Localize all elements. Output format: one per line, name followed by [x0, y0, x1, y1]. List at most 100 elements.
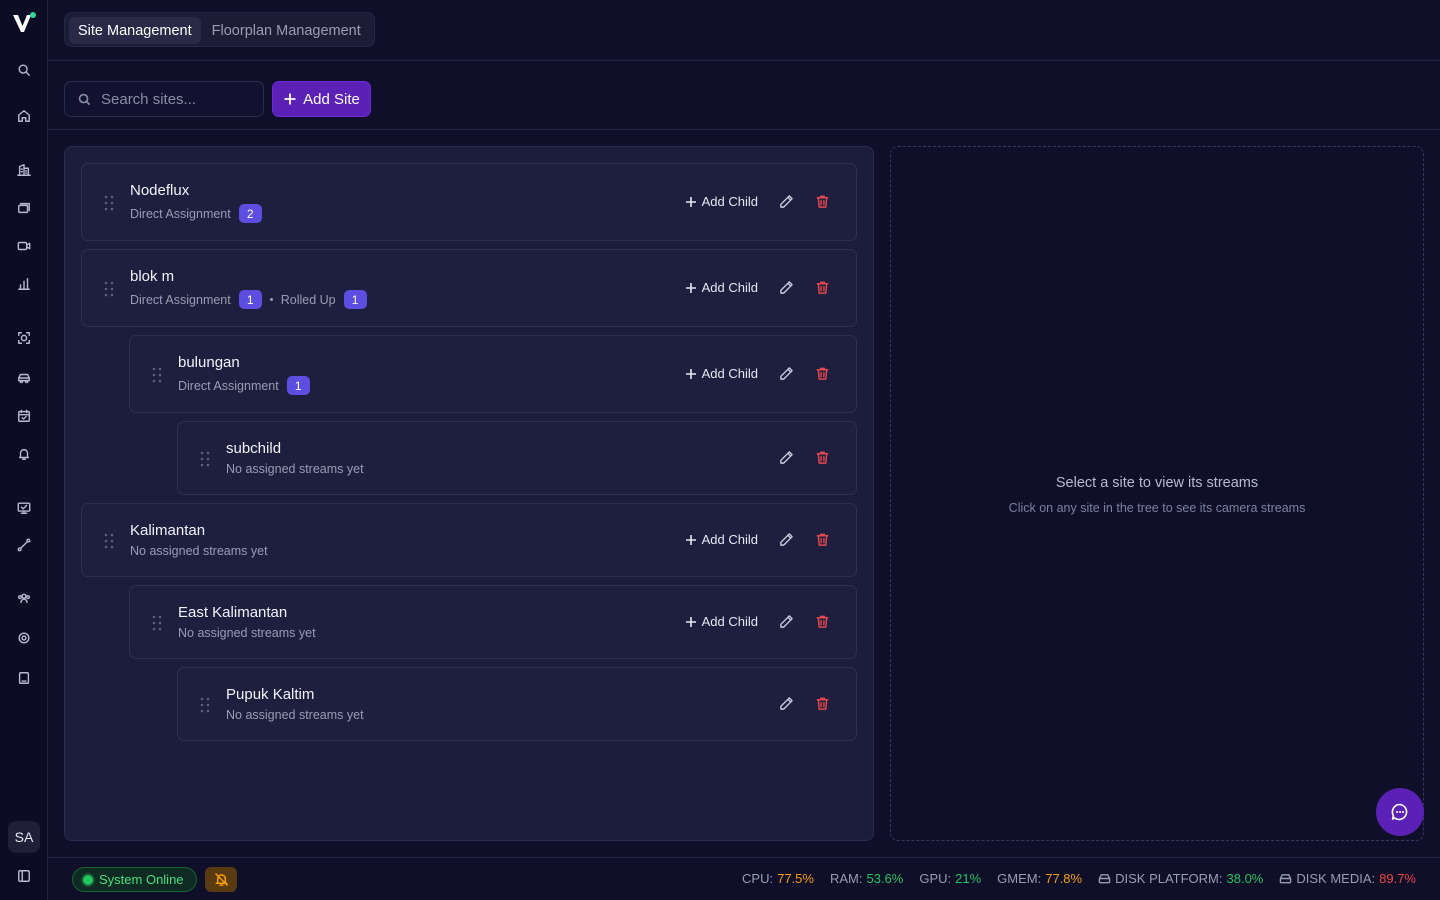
pencil-icon[interactable]	[779, 280, 795, 296]
system-status-badge: System Online	[72, 867, 197, 892]
top-bar: Site Management Floorplan Management	[48, 0, 1440, 61]
route-icon[interactable]	[14, 535, 34, 555]
toolbar: Add Site	[48, 61, 1440, 130]
face-scan-icon[interactable]	[14, 328, 34, 348]
pencil-icon[interactable]	[779, 532, 795, 548]
metric-value: 77.5%	[777, 871, 814, 886]
node-meta: Direct Assignment 2	[130, 204, 262, 223]
drag-handle-icon[interactable]	[152, 615, 162, 631]
home-icon[interactable]	[14, 106, 34, 126]
add-child-button[interactable]: Add Child	[685, 532, 758, 547]
pencil-icon[interactable]	[779, 696, 795, 712]
trash-icon[interactable]	[815, 532, 831, 548]
site-tree-panel: Nodeflux Direct Assignment 2 Add Child b…	[64, 146, 874, 841]
layers-icon[interactable]	[14, 198, 34, 218]
avatar[interactable]: SA	[8, 821, 40, 853]
search-icon	[78, 93, 91, 106]
panel-toggle-icon[interactable]	[14, 866, 34, 886]
metric-value: 89.7%	[1379, 871, 1416, 886]
add-site-button[interactable]: Add Site	[272, 81, 371, 117]
search-input[interactable]	[101, 82, 261, 116]
drag-handle-icon[interactable]	[200, 451, 210, 467]
streams-empty-subtitle: Click on any site in the tree to see its…	[1008, 501, 1306, 515]
node-name: Nodeflux	[130, 182, 190, 199]
add-child-label: Add Child	[701, 532, 758, 547]
building-icon[interactable]	[14, 160, 34, 180]
node-name: subchild	[226, 440, 282, 457]
tree-node[interactable]: East Kalimantan No assigned streams yet …	[129, 585, 857, 659]
tree-node[interactable]: blok m Direct Assignment 1 Rolled Up 1 A…	[81, 249, 857, 327]
count-badge: 1	[343, 290, 367, 309]
plus-icon	[685, 534, 696, 545]
trash-icon[interactable]	[815, 280, 831, 296]
search-icon[interactable]	[14, 60, 34, 80]
car-icon[interactable]	[14, 368, 34, 388]
add-child-label: Add Child	[701, 280, 758, 295]
tree-node[interactable]: Pupuk Kaltim No assigned streams yet	[177, 667, 857, 741]
camera-icon[interactable]	[14, 236, 34, 256]
tree-node[interactable]: Nodeflux Direct Assignment 2 Add Child	[81, 163, 857, 241]
users-icon[interactable]	[14, 588, 34, 608]
node-meta: Direct Assignment 1	[178, 376, 310, 395]
direct-assignment-label: Direct Assignment	[178, 378, 279, 393]
node-name: bulungan	[178, 354, 240, 371]
trash-icon[interactable]	[815, 696, 831, 712]
pencil-icon[interactable]	[779, 450, 795, 466]
bell-off-icon	[214, 873, 228, 886]
vision-logo-icon[interactable]	[10, 10, 38, 36]
streams-panel: Select a site to view its streams Click …	[890, 146, 1424, 841]
metric-ram: RAM: 53.6%	[830, 871, 903, 886]
tablet-icon[interactable]	[14, 668, 34, 688]
hard-drive-icon	[1098, 874, 1111, 884]
pencil-icon[interactable]	[779, 366, 795, 382]
trash-icon[interactable]	[815, 614, 831, 630]
tree-node[interactable]: subchild No assigned streams yet	[177, 421, 857, 495]
add-child-button[interactable]: Add Child	[685, 194, 758, 209]
direct-assignment-label: Direct Assignment	[130, 206, 231, 221]
trash-icon[interactable]	[815, 194, 831, 210]
drag-handle-icon[interactable]	[200, 697, 210, 713]
add-child-button[interactable]: Add Child	[685, 614, 758, 629]
status-dot-icon	[83, 874, 93, 885]
metric-value: 21%	[955, 871, 982, 886]
drag-handle-icon[interactable]	[104, 195, 114, 211]
add-child-button[interactable]: Add Child	[685, 280, 758, 295]
trash-icon[interactable]	[815, 450, 831, 466]
metric-label: CPU:	[742, 871, 774, 886]
add-child-button[interactable]: Add Child	[685, 366, 758, 381]
empty-streams-label: No assigned streams yet	[178, 626, 316, 640]
metric-disk-media: DISK MEDIA: 89.7%	[1279, 871, 1416, 886]
pencil-icon[interactable]	[779, 194, 795, 210]
node-name: blok m	[130, 268, 175, 285]
chat-button[interactable]	[1376, 788, 1424, 836]
notifications-muted-button[interactable]	[205, 867, 237, 892]
gear-icon[interactable]	[14, 628, 34, 648]
empty-streams-label: No assigned streams yet	[130, 544, 268, 558]
metric-disk-platform: DISK PLATFORM: 38.0%	[1098, 871, 1263, 886]
drag-handle-icon[interactable]	[152, 367, 162, 383]
tab-floorplan-management[interactable]: Floorplan Management	[203, 17, 370, 44]
drag-handle-icon[interactable]	[104, 281, 114, 297]
add-site-label: Add Site	[303, 90, 360, 108]
tree-node[interactable]: bulungan Direct Assignment 1 Add Child	[129, 335, 857, 413]
plus-icon	[685, 616, 696, 627]
monitor-icon[interactable]	[14, 498, 34, 518]
metric-cpu: CPU: 77.5%	[742, 871, 814, 886]
trash-icon[interactable]	[815, 366, 831, 382]
node-name: Kalimantan	[130, 522, 206, 539]
pencil-icon[interactable]	[779, 614, 795, 630]
metric-label: GMEM:	[997, 871, 1042, 886]
node-name: Pupuk Kaltim	[226, 686, 315, 703]
bell-icon[interactable]	[14, 444, 34, 464]
drag-handle-icon[interactable]	[104, 533, 114, 549]
tab-site-management[interactable]: Site Management	[69, 17, 201, 44]
calendar-check-icon[interactable]	[14, 406, 34, 426]
system-status-label: System Online	[99, 872, 184, 887]
metric-gpu: GPU: 21%	[919, 871, 981, 886]
plus-icon	[685, 282, 696, 293]
bar-chart-icon[interactable]	[14, 274, 34, 294]
system-metrics: CPU: 77.5% RAM: 53.6% GPU: 21% GMEM: 77.…	[742, 871, 1416, 886]
add-child-label: Add Child	[701, 614, 758, 629]
count-badge: 1	[286, 376, 310, 395]
tree-node[interactable]: Kalimantan No assigned streams yet Add C…	[81, 503, 857, 577]
